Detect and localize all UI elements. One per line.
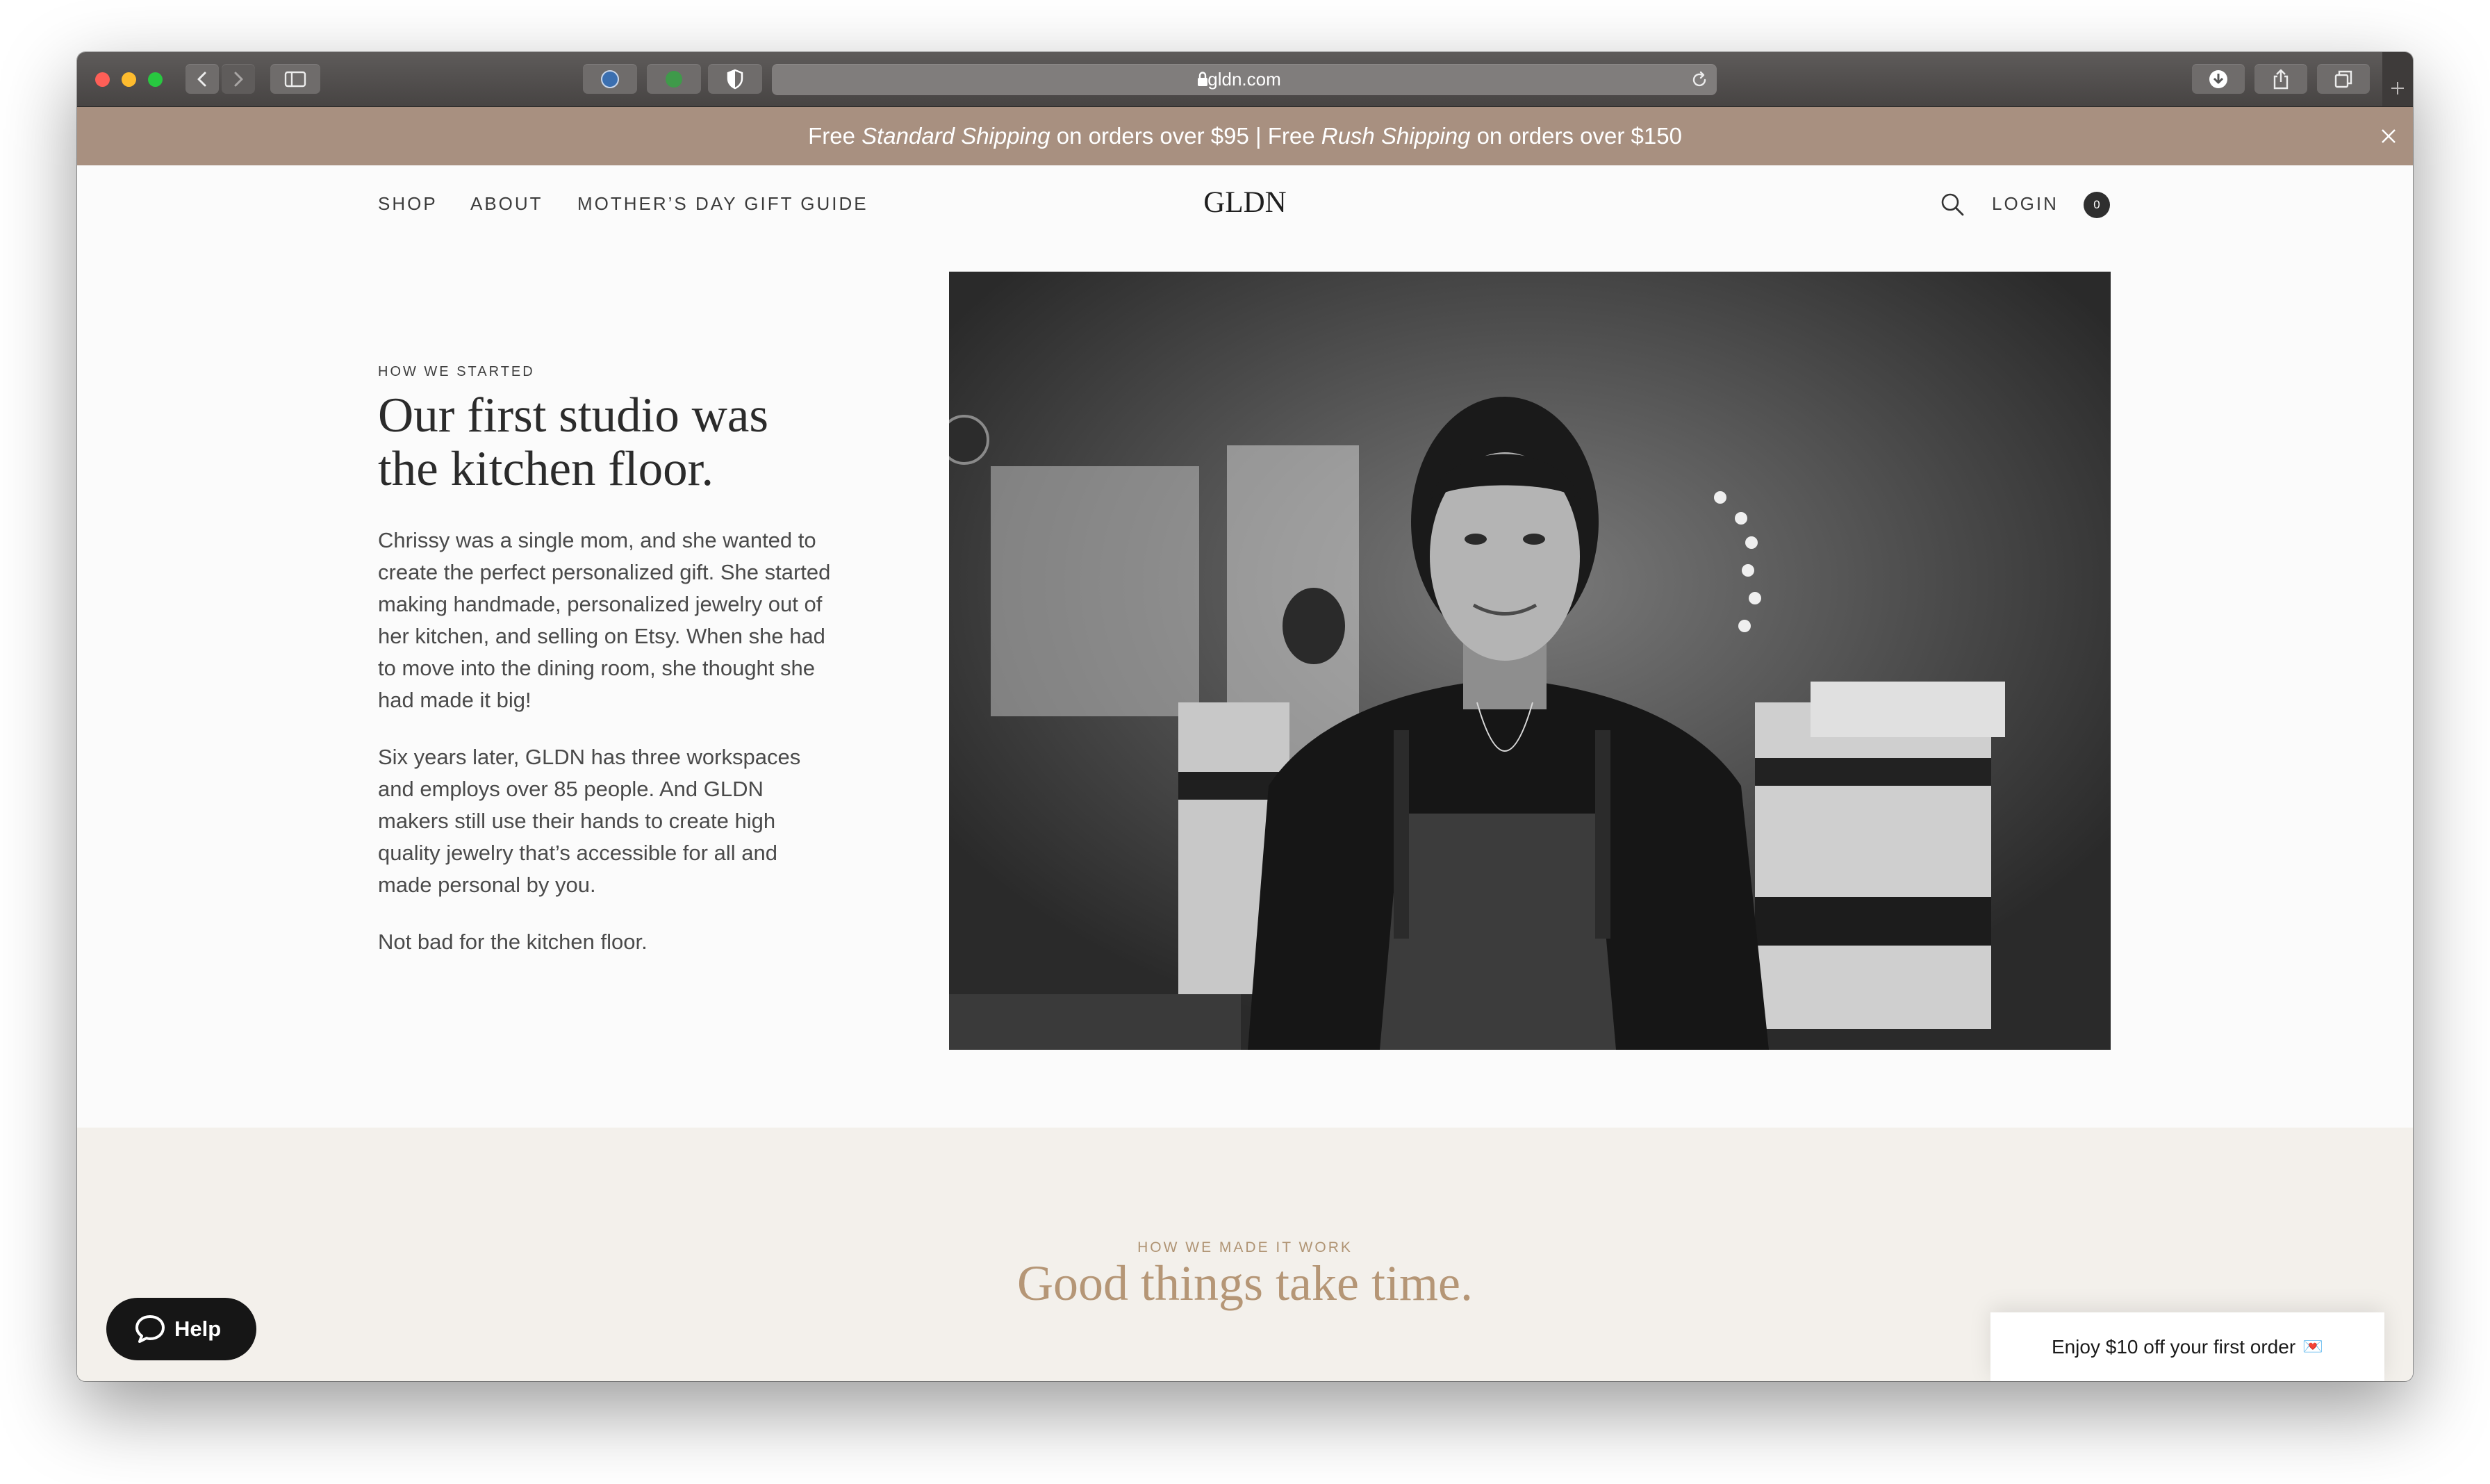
plus-icon — [2391, 82, 2404, 94]
globe-extension-icon — [601, 69, 619, 88]
search-icon[interactable] — [1939, 191, 1965, 217]
nav-shop[interactable]: SHOP — [378, 193, 438, 215]
headline-line-1: Our first studio was — [378, 388, 769, 443]
story-paragraph-1: Chrissy was a single mom, and she wanted… — [378, 528, 831, 712]
sidebar-icon — [284, 71, 306, 87]
shield-icon — [727, 69, 743, 89]
new-tab-button[interactable] — [2382, 52, 2413, 106]
founder-photo — [949, 272, 2111, 1050]
share-icon — [2273, 69, 2289, 89]
close-icon[interactable] — [2378, 126, 2399, 147]
chevron-right-icon — [234, 72, 243, 86]
sidebar-toggle-button[interactable] — [270, 64, 320, 94]
shipping-promo-bar: Free Standard Shipping on orders over $9… — [77, 107, 2413, 165]
love-letter-icon: 💌 — [2302, 1337, 2324, 1356]
extension-button-1[interactable] — [583, 64, 637, 94]
zoom-window-button[interactable] — [148, 72, 163, 87]
browser-toolbar: gldn.com — [77, 52, 2413, 108]
share-button[interactable] — [2254, 64, 2307, 94]
chat-bubble-icon — [135, 1315, 165, 1343]
headline-line-2: the kitchen floor. — [378, 442, 714, 496]
browser-window: gldn.com Free Standard Shipping on order… — [77, 52, 2413, 1381]
tab-overview-button[interactable] — [2317, 64, 2370, 94]
help-chat-button[interactable]: Help — [106, 1298, 256, 1360]
section-title: Good things take time. — [1017, 1255, 1473, 1311]
downloads-button[interactable] — [2192, 64, 2245, 94]
minimize-window-button[interactable] — [122, 72, 136, 87]
promo-text-3: on orders over $150 — [1470, 123, 1682, 149]
nav-mothers-day-gift-guide[interactable]: MOTHER’S DAY GIFT GUIDE — [577, 193, 868, 215]
story-paragraph-3: Not bad for the kitchen floor. — [378, 930, 648, 954]
green-extension-icon — [666, 70, 682, 88]
download-icon — [2209, 69, 2227, 88]
cart-count-badge[interactable]: 0 — [2084, 192, 2110, 218]
nav-about[interactable]: ABOUT — [470, 193, 543, 215]
address-bar[interactable]: gldn.com — [772, 64, 1717, 95]
promo-rush-shipping: Rush Shipping — [1321, 123, 1471, 149]
privacy-report-button[interactable] — [708, 64, 762, 94]
promo-text-2: on orders over $95 | Free — [1050, 123, 1321, 149]
chevron-left-icon — [197, 72, 206, 86]
story-paragraph-2: Six years later, GLDN has three workspac… — [378, 745, 801, 897]
promo-text-1: Free — [808, 123, 862, 149]
promo-standard-shipping: Standard Shipping — [861, 123, 1050, 149]
story-headline: Our first studio was the kitchen floor. — [378, 389, 878, 496]
url-text: gldn.com — [1207, 69, 1281, 90]
site-logo[interactable]: GLDN — [1200, 186, 1290, 220]
back-button[interactable] — [185, 64, 219, 94]
extension-button-2[interactable] — [647, 64, 701, 94]
story-eyebrow: HOW WE STARTED — [378, 364, 535, 379]
founder-portrait-illustration — [949, 272, 2111, 1050]
first-order-discount-tab[interactable]: Enjoy $10 off your first order 💌 — [1990, 1312, 2384, 1381]
tabs-icon — [2334, 70, 2352, 88]
nav-login[interactable]: LOGIN — [1992, 193, 2059, 215]
discount-text: Enjoy $10 off your first order — [2051, 1335, 2296, 1358]
close-window-button[interactable] — [95, 72, 110, 87]
forward-button[interactable] — [222, 64, 255, 94]
reload-icon[interactable] — [1690, 71, 1708, 89]
help-label: Help — [174, 1317, 222, 1341]
section-eyebrow: HOW WE MADE IT WORK — [1137, 1239, 1353, 1255]
